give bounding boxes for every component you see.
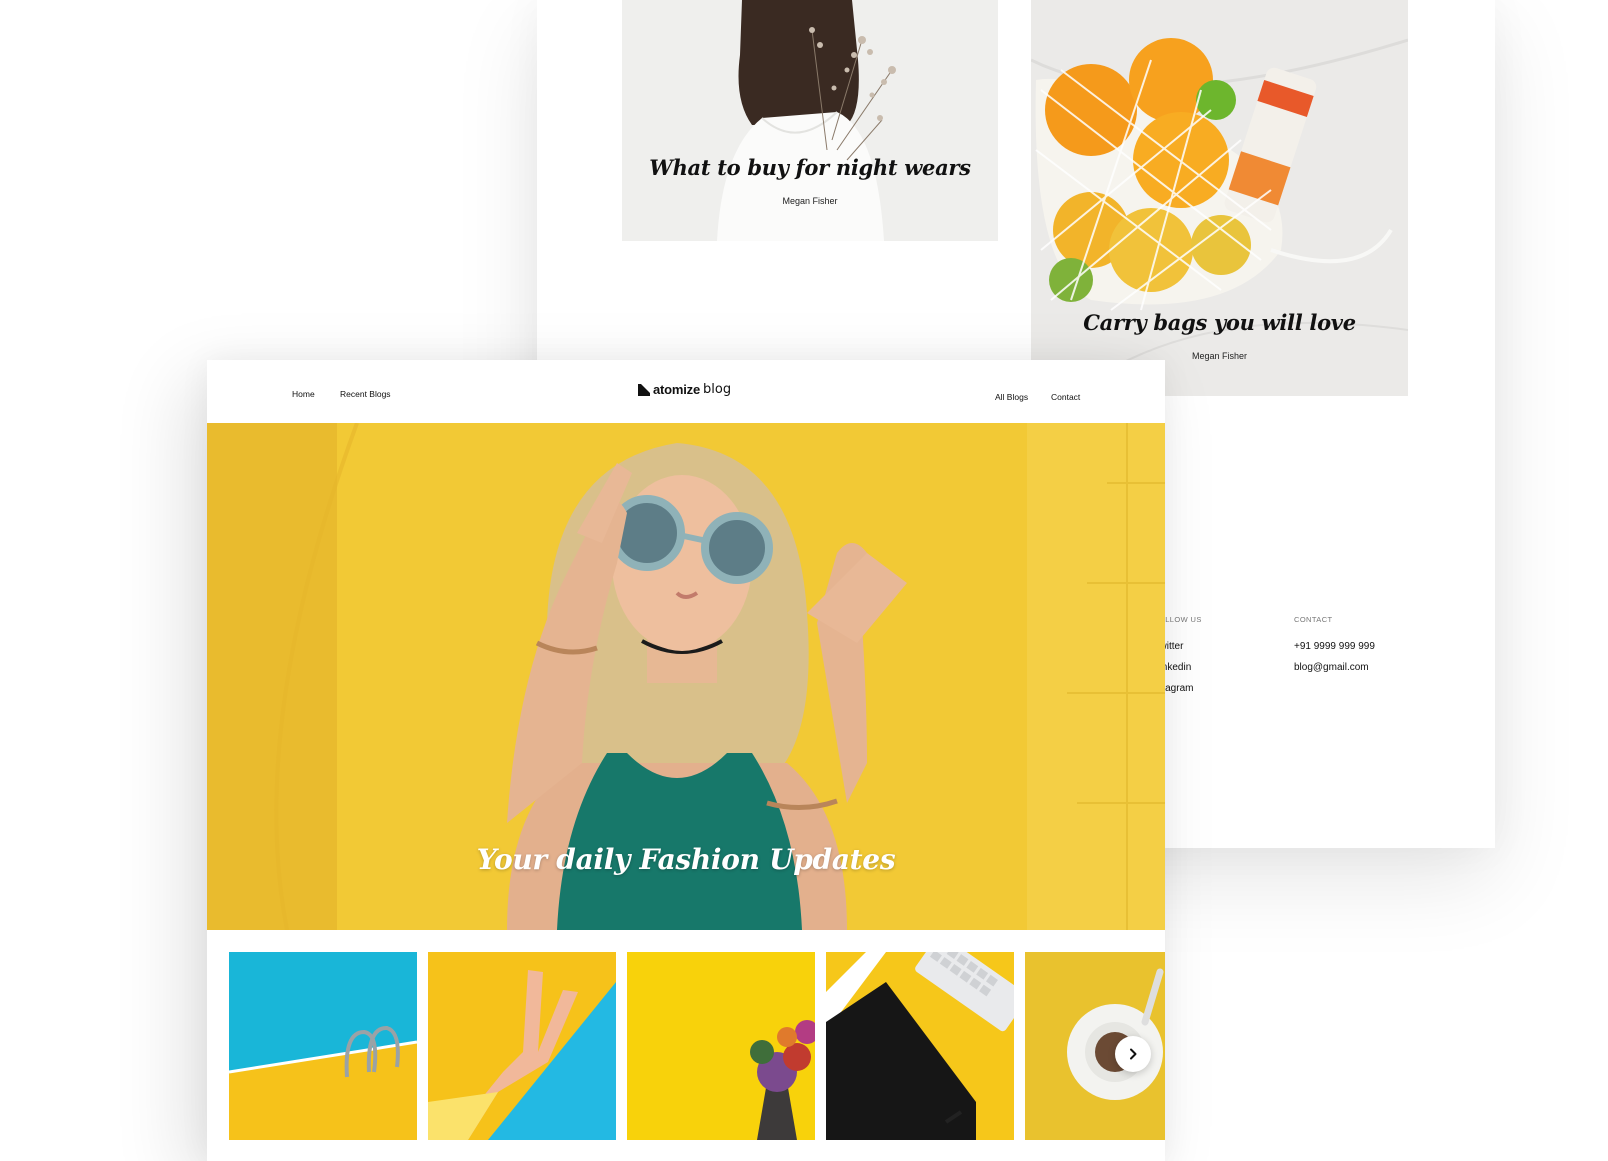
logo-mark-icon [638,383,650,396]
footer-contact-heading: CONTACT [1294,615,1333,624]
blog-card-carry-bags[interactable]: Carry bags you will love Megan Fisher [1031,0,1408,396]
thumb-flower-bouquet[interactable] [627,952,815,1140]
logo-suffix: blog [703,382,732,397]
card-title[interactable]: What to buy for night wears [622,155,998,180]
nav-contact[interactable]: Contact [1051,392,1080,402]
carousel-next-button[interactable] [1115,1036,1151,1072]
thumb-pool-ladder[interactable] [229,952,417,1140]
footer-contact: CONTACT +91 9999 999 999 blog@gmail.com [1294,615,1375,683]
hero-banner: Your daily Fashion Updates [207,423,1165,930]
card-author: Megan Fisher [782,196,838,206]
thumbnail-carousel [229,952,1165,1140]
card-title[interactable]: Carry bags you will love [1031,310,1408,335]
top-navigation: Home Recent Blogs atomize blog All Blogs… [207,360,1165,423]
nav-all-blogs[interactable]: All Blogs [995,392,1028,402]
home-page: Home Recent Blogs atomize blog All Blogs… [207,360,1165,1161]
card-image-oranges-bag [1031,0,1408,396]
hero-title: Your daily Fashion Updates [476,843,896,876]
nav-home[interactable]: Home [292,389,315,399]
nav-recent-blogs[interactable]: Recent Blogs [340,389,391,399]
blog-card-night-wears[interactable]: What to buy for night wears Megan Fisher [622,0,998,241]
logo-brand: atomize [653,382,701,397]
chevron-right-icon [1130,1048,1137,1060]
thumb-peace-hand[interactable] [428,952,616,1140]
contact-phone[interactable]: +91 9999 999 999 [1294,641,1375,652]
contact-email[interactable]: blog@gmail.com [1294,662,1375,673]
site-logo[interactable]: atomize blog [638,382,731,397]
thumb-keyboard-tablet[interactable] [826,952,1014,1140]
